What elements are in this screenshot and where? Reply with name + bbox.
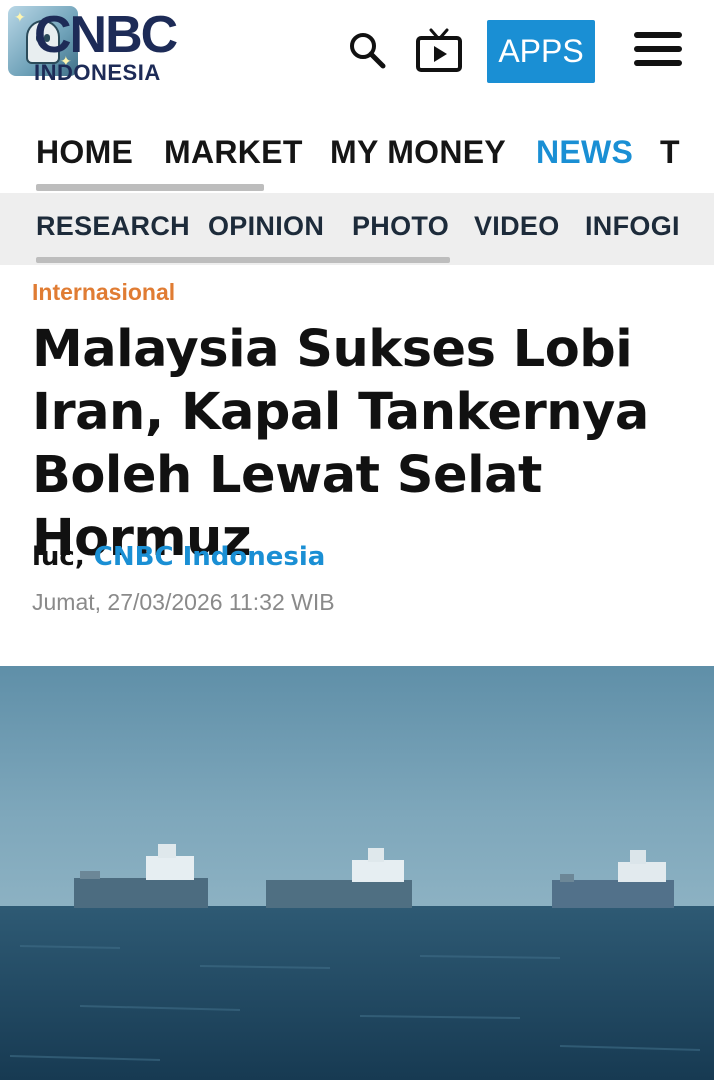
nav-item-my-money[interactable]: MY MONEY: [330, 134, 506, 171]
logo-wordmark: CNBC: [34, 6, 178, 64]
site-header: ✦ ✦ CNBC INDONESIA APPS: [0, 0, 714, 100]
search-icon[interactable]: [346, 24, 390, 78]
tv-play-icon[interactable]: [412, 24, 466, 78]
publish-date: Jumat, 27/03/2026 11:32 WIB: [32, 589, 335, 615]
article-headline: Malaysia Sukses Lobi Iran, Kapal Tankern…: [32, 320, 649, 568]
main-navigation: HOME MARKET MY MONEY NEWS T: [0, 120, 714, 192]
subnav-item-opinion[interactable]: OPINION: [208, 211, 324, 242]
article-byline: luc, CNBC Indonesia: [32, 542, 325, 572]
subnav-item-video[interactable]: VIDEO: [474, 211, 560, 242]
subnav-item-photo[interactable]: PHOTO: [352, 211, 449, 242]
source-link[interactable]: CNBC Indonesia: [94, 542, 326, 572]
hamburger-menu-icon[interactable]: [632, 30, 684, 70]
nav-item-home[interactable]: HOME: [36, 134, 133, 171]
article-hero-image[interactable]: [0, 666, 714, 1080]
subnav-item-research[interactable]: RESEARCH: [36, 211, 190, 242]
nav-scroll-indicator[interactable]: [36, 184, 264, 191]
subnav-item-infographic[interactable]: INFOGI: [585, 211, 680, 242]
article-category[interactable]: Internasional: [32, 279, 175, 306]
cnbc-indonesia-logo[interactable]: ✦ ✦ CNBC INDONESIA: [8, 6, 188, 86]
author-name: luc,: [32, 542, 85, 572]
apps-button[interactable]: APPS: [487, 20, 595, 83]
nav-item-truncated[interactable]: T: [660, 134, 680, 171]
nav-item-market[interactable]: MARKET: [164, 134, 303, 171]
tankers-at-sea-photo: [0, 666, 714, 1080]
sub-navigation: RESEARCH OPINION PHOTO VIDEO INFOGI: [0, 193, 714, 265]
logo-subtitle: INDONESIA: [34, 60, 161, 85]
subnav-scroll-indicator[interactable]: [36, 257, 450, 263]
nav-item-news[interactable]: NEWS: [536, 134, 633, 171]
